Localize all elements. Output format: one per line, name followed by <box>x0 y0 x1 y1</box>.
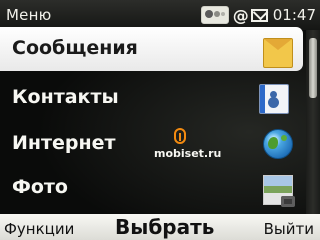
mail-icon <box>250 8 268 22</box>
photo-icon <box>263 175 295 207</box>
clock: 01:47 <box>272 6 316 24</box>
softkey-select[interactable]: Выбрать <box>115 215 214 239</box>
menu-item-internet[interactable]: Интернет <box>0 122 303 166</box>
screen: Меню @ 01:47 Сообщения Контакты Интернет… <box>0 0 320 240</box>
scroll-thumb[interactable] <box>309 38 317 98</box>
watermark-text: mobiset.ru <box>154 147 222 160</box>
menu-item-label: Фото <box>12 176 68 198</box>
menu-item-photo[interactable]: Фото <box>0 166 303 210</box>
softkey-options[interactable]: Функции <box>4 220 74 238</box>
menu-item-messages[interactable]: Сообщения <box>0 27 303 71</box>
at-icon: @ <box>232 5 249 25</box>
menu-item-contacts[interactable]: Контакты <box>0 76 303 120</box>
status-icons: @ 01:47 <box>200 5 316 25</box>
contacts-book-icon <box>259 84 289 114</box>
menu-item-label: Сообщения <box>12 37 138 59</box>
wireless-icon <box>200 6 229 24</box>
menu-title: Меню <box>6 6 52 24</box>
status-bar: Меню @ 01:47 <box>0 0 320 30</box>
menu-item-label: Контакты <box>12 86 119 108</box>
softkey-exit[interactable]: Выйти <box>264 220 314 238</box>
menu-item-label: Интернет <box>12 132 116 154</box>
scrollbar[interactable] <box>306 30 320 218</box>
watermark-logo-icon <box>174 128 186 144</box>
envelope-icon <box>263 38 293 68</box>
globe-icon <box>263 129 293 159</box>
softkey-bar: Функции Выбрать Выйти <box>0 214 320 240</box>
